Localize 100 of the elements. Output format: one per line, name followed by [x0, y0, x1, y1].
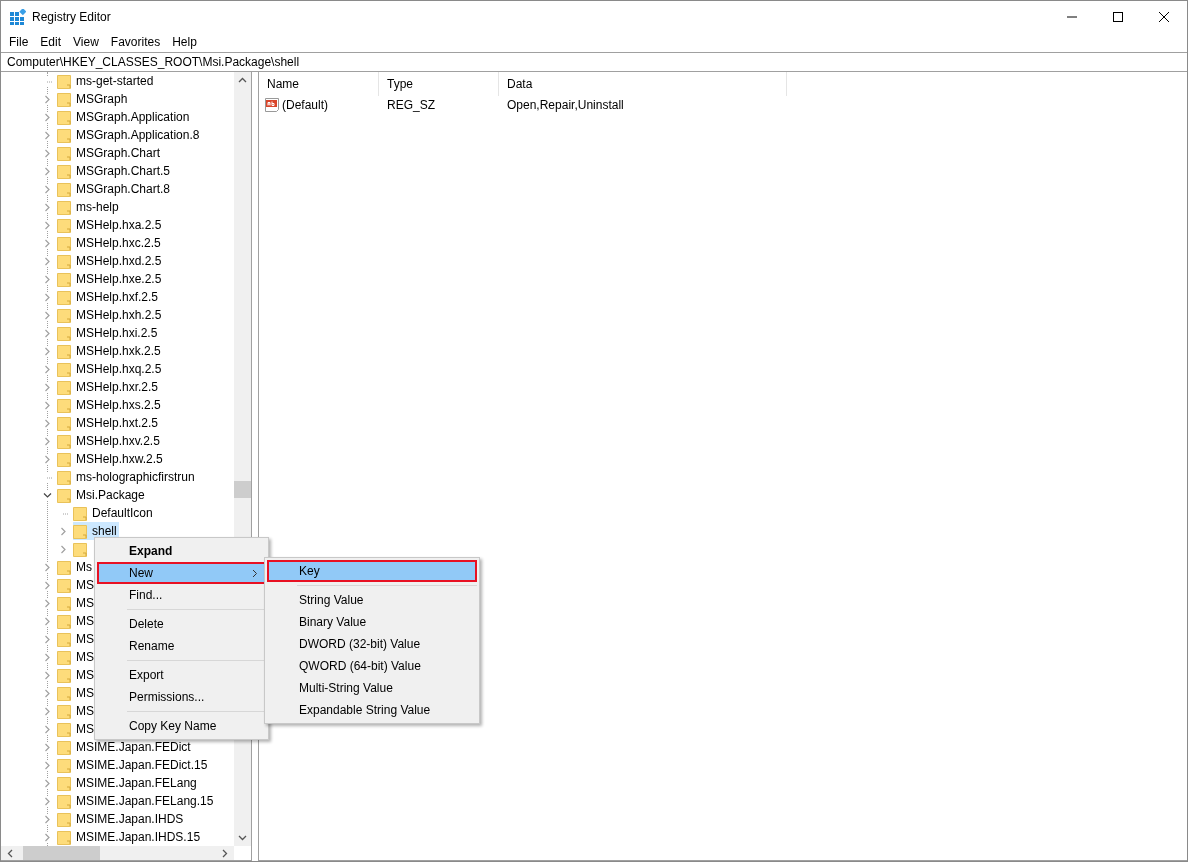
tree-item[interactable]: MSHelp.hxr.2.5 — [57, 378, 161, 396]
expand-chevron-icon[interactable] — [43, 310, 52, 320]
horizontal-scrollbar[interactable] — [1, 846, 234, 860]
expand-chevron-icon[interactable] — [43, 346, 52, 356]
tree-item[interactable]: ms-holographicfirstrun — [57, 468, 197, 486]
tree-item[interactable]: MSHelp.hxk.2.5 — [57, 342, 163, 360]
tree-item[interactable]: MSIME.Japan.FELang.15 — [57, 792, 216, 810]
expand-chevron-icon[interactable] — [43, 148, 52, 158]
tree-item[interactable]: MSHelp.hxv.2.5 — [57, 432, 162, 450]
tree-item[interactable]: MS — [57, 684, 96, 702]
tree-item[interactable]: MSHelp.hxt.2.5 — [57, 414, 161, 432]
expand-chevron-icon[interactable] — [43, 238, 52, 248]
tree-item[interactable]: ms-get-started — [57, 72, 156, 90]
expand-chevron-icon[interactable] — [43, 616, 52, 626]
tree-item[interactable]: MSHelp.hxs.2.5 — [57, 396, 163, 414]
expand-chevron-icon[interactable] — [43, 364, 52, 374]
expand-chevron-icon[interactable] — [43, 598, 52, 608]
expand-chevron-icon[interactable] — [43, 634, 52, 644]
expand-chevron-icon[interactable] — [43, 202, 52, 212]
tree-item[interactable]: MS — [57, 666, 96, 684]
expand-chevron-icon[interactable] — [43, 778, 52, 788]
expand-chevron-icon[interactable] — [43, 562, 52, 572]
menu-item[interactable]: Help — [166, 35, 203, 49]
tree-item[interactable]: ms-help — [57, 198, 121, 216]
tree-item[interactable]: MSHelp.hxf.2.5 — [57, 288, 161, 306]
menu-item[interactable]: Expandable String Value — [267, 699, 477, 721]
menu-item[interactable]: File — [3, 35, 35, 49]
menu-item[interactable]: Export — [97, 664, 266, 686]
tree-item[interactable]: MSGraph — [57, 90, 130, 108]
expand-chevron-icon[interactable] — [43, 670, 52, 680]
expand-chevron-icon[interactable] — [43, 436, 52, 446]
menu-item[interactable]: Find... — [97, 584, 266, 606]
menu-item[interactable]: Multi-String Value — [267, 677, 477, 699]
tree-item[interactable]: MS — [57, 702, 96, 720]
menu-item[interactable]: Edit — [34, 35, 68, 49]
tree-item[interactable]: MSGraph.Application — [57, 108, 192, 126]
column-header[interactable]: Data — [499, 72, 787, 96]
expand-chevron-icon[interactable] — [43, 706, 52, 716]
expand-chevron-icon[interactable] — [43, 166, 52, 176]
column-header[interactable]: Type — [379, 72, 499, 96]
menu-item[interactable]: Expand — [97, 540, 266, 562]
scroll-right-icon[interactable] — [222, 848, 228, 858]
tree-item[interactable]: MSHelp.hxa.2.5 — [57, 216, 164, 234]
tree-item[interactable]: MSHelp.hxh.2.5 — [57, 306, 164, 324]
tree-item[interactable]: shell — [73, 522, 119, 540]
collapse-chevron-icon[interactable] — [43, 490, 52, 500]
tree-item[interactable]: MSGraph.Chart.5 — [57, 162, 173, 180]
address-field[interactable]: Computer\HKEY_CLASSES_ROOT\Msi.Package\shell — [1, 52, 1187, 72]
tree-item[interactable]: DefaultIcon — [73, 504, 155, 522]
tree-item[interactable]: MSHelp.hxe.2.5 — [57, 270, 164, 288]
expand-chevron-icon[interactable] — [43, 382, 52, 392]
expand-chevron-icon[interactable] — [43, 724, 52, 734]
expand-chevron-icon[interactable] — [43, 256, 52, 266]
expand-chevron-icon[interactable] — [43, 832, 52, 842]
expand-chevron-icon[interactable] — [59, 526, 68, 536]
menu-item[interactable]: Binary Value — [267, 611, 477, 633]
tree-item[interactable]: MSIME.Japan.FEDict — [57, 738, 193, 756]
scroll-up-icon[interactable] — [238, 77, 247, 83]
tree-item[interactable]: MS — [57, 720, 96, 738]
expand-chevron-icon[interactable] — [43, 418, 52, 428]
scroll-thumb[interactable] — [234, 481, 251, 498]
tree-item[interactable]: MSIME.Japan.FELang — [57, 774, 199, 792]
menu-item[interactable]: String Value — [267, 589, 477, 611]
menu-item[interactable]: Favorites — [104, 35, 167, 49]
tree-item[interactable]: MS — [57, 576, 96, 594]
tree-item[interactable]: MSHelp.hxd.2.5 — [57, 252, 164, 270]
expand-chevron-icon[interactable] — [43, 274, 52, 284]
tree-item[interactable]: MSIME.Japan.IHDS — [57, 810, 186, 828]
menu-item[interactable]: Permissions... — [97, 686, 266, 708]
tree-item[interactable]: MS — [57, 648, 96, 666]
tree-item[interactable]: MS — [57, 594, 96, 612]
expand-chevron-icon[interactable] — [43, 688, 52, 698]
expand-chevron-icon[interactable] — [43, 652, 52, 662]
tree-item[interactable]: MSHelp.hxc.2.5 — [57, 234, 163, 252]
scroll-left-icon[interactable] — [7, 848, 13, 858]
tree-item[interactable]: MSIME.Japan.IHDS.15 — [57, 828, 203, 846]
tree-item[interactable]: Msi.Package — [57, 486, 147, 504]
expand-chevron-icon[interactable] — [43, 220, 52, 230]
tree-item[interactable]: MSHelp.hxq.2.5 — [57, 360, 164, 378]
expand-chevron-icon[interactable] — [43, 94, 52, 104]
tree-item[interactable]: MS — [57, 612, 96, 630]
tree-item[interactable]: MSIME.Japan.FEDict.15 — [57, 756, 210, 774]
expand-chevron-icon[interactable] — [43, 400, 52, 410]
expand-chevron-icon[interactable] — [43, 328, 52, 338]
tree-item[interactable]: Ms — [57, 558, 94, 576]
column-header[interactable]: Name — [259, 72, 379, 96]
menu-item[interactable]: Copy Key Name — [97, 715, 266, 737]
tree-item[interactable]: MSGraph.Chart — [57, 144, 163, 162]
menu-item[interactable]: QWORD (64-bit) Value — [267, 655, 477, 677]
menu-item[interactable]: New — [97, 562, 266, 584]
tree-item[interactable]: MSHelp.hxw.2.5 — [57, 450, 165, 468]
menu-item[interactable]: Rename — [97, 635, 266, 657]
tree-item[interactable]: MS — [57, 630, 96, 648]
scroll-thumb[interactable] — [23, 846, 100, 860]
tree-item[interactable]: MSGraph.Chart.8 — [57, 180, 173, 198]
expand-chevron-icon[interactable] — [43, 130, 52, 140]
expand-chevron-icon[interactable] — [43, 796, 52, 806]
expand-chevron-icon[interactable] — [43, 580, 52, 590]
expand-chevron-icon[interactable] — [43, 112, 52, 122]
menu-item[interactable]: Delete — [97, 613, 266, 635]
